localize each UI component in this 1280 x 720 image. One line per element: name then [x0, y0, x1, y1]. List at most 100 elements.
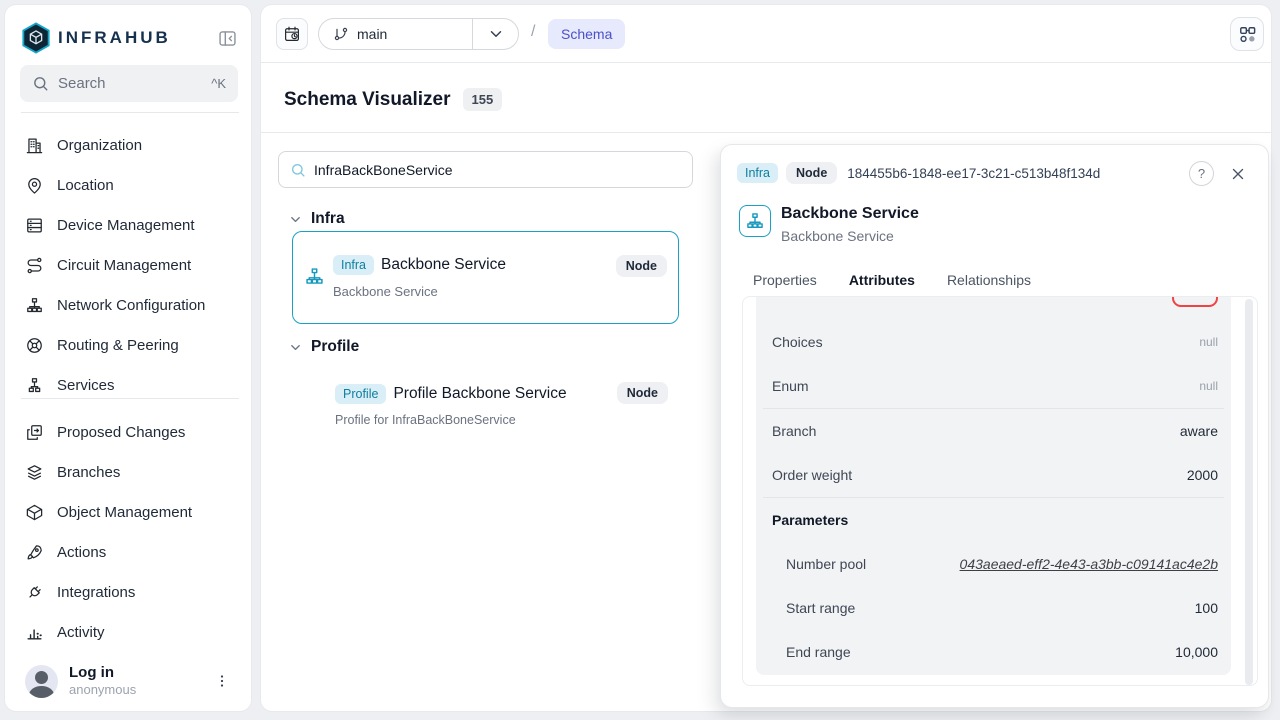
user-menu[interactable]: Log in anonymous: [15, 657, 241, 705]
sidebar-item-services[interactable]: Services: [13, 365, 243, 393]
branch-name: main: [357, 26, 387, 42]
user-role: anonymous: [69, 682, 202, 698]
route-icon: [25, 256, 44, 275]
node-subtitle: Profile for InfraBackBoneService: [335, 413, 516, 427]
login-label: Log in: [69, 664, 202, 682]
panel-title: Backbone Service: [781, 205, 919, 223]
chevron-down-icon: [288, 340, 303, 355]
parameter-row-end-range: End range 10,000: [756, 630, 1231, 674]
group-name: Infra: [311, 210, 345, 228]
attribute-row-branch: Branch aware: [756, 409, 1231, 453]
sidebar-item-organization[interactable]: Organization: [13, 125, 243, 165]
namespace-badge: Infra: [737, 163, 778, 183]
topbar: main / Schema: [261, 5, 1271, 63]
schema-graph-icon[interactable]: [1230, 17, 1264, 51]
breadcrumb-schema[interactable]: Schema: [548, 19, 625, 49]
diff-icon: [25, 423, 44, 442]
layers-icon: [25, 463, 44, 482]
group-infra-header[interactable]: Infra: [288, 210, 345, 228]
search-icon: [290, 162, 306, 178]
sidebar-nav-primary: Organization Location Device Management …: [13, 125, 243, 393]
node-detail-panel: Infra Node 184455b6-1848-ee17-3c21-c513b…: [720, 144, 1269, 708]
chevron-down-icon: [288, 212, 303, 227]
schema-count-badge: 155: [463, 88, 503, 111]
sidebar-search-placeholder: Search: [58, 75, 202, 92]
sidebar-item-label: Services: [57, 377, 115, 394]
number-pool-link[interactable]: 043aeaed-eff2-4e43-a3bb-c09141ac4e2b: [960, 556, 1218, 572]
search-icon: [32, 75, 49, 92]
sidebar-item-device-management[interactable]: Device Management: [13, 205, 243, 245]
node-icon-box: [739, 205, 771, 237]
sidebar-item-label: Branches: [57, 464, 120, 481]
parameters-section-header: Parameters: [756, 498, 1231, 542]
branch-dropdown-toggle[interactable]: [472, 19, 518, 49]
sidebar-item-label: Routing & Peering: [57, 337, 179, 354]
parameter-row-start-range: Start range 100: [756, 586, 1231, 630]
map-pin-icon: [25, 176, 44, 195]
rocket-icon: [25, 543, 44, 562]
activity-icon: [25, 623, 44, 642]
hierarchy-icon: [745, 211, 765, 231]
sidebar-item-label: Proposed Changes: [57, 424, 185, 441]
page-title: Schema Visualizer: [284, 89, 451, 111]
attribute-row-choices: Choices null: [756, 320, 1231, 364]
help-button[interactable]: ?: [1189, 161, 1214, 186]
schema-search-input[interactable]: [314, 162, 681, 178]
attributes-table: Choices null Enum null Branch aware Orde…: [756, 296, 1231, 675]
sidebar-search[interactable]: Search ^K: [20, 65, 238, 102]
sidebar-item-integrations[interactable]: Integrations: [13, 572, 243, 612]
sidebar-nav-secondary: Proposed Changes Branches Object Managem…: [13, 412, 243, 652]
sidebar-item-label: Actions: [57, 544, 106, 561]
sidebar-header: INFRAHUB: [21, 19, 241, 57]
header-divider: [261, 132, 1271, 133]
attributes-scroll-area[interactable]: Choices null Enum null Branch aware Orde…: [742, 296, 1258, 686]
infrahub-logo-icon: [21, 22, 51, 54]
hierarchy-icon: [304, 266, 325, 287]
node-title: Backbone Service: [381, 256, 506, 274]
sidebar-item-proposed-changes[interactable]: Proposed Changes: [13, 412, 243, 452]
close-icon[interactable]: [1227, 163, 1249, 185]
branch-selector[interactable]: main: [318, 18, 519, 50]
parameter-row-number-pool: Number pool 043aeaed-eff2-4e43-a3bb-c091…: [756, 542, 1231, 586]
group-profile-header[interactable]: Profile: [288, 338, 359, 356]
panel-scrollbar[interactable]: [1245, 299, 1253, 685]
sidebar: INFRAHUB Search ^K Organization Location: [4, 4, 252, 712]
sidebar-divider: [21, 398, 239, 399]
app-root: INFRAHUB Search ^K Organization Location: [0, 0, 1280, 720]
namespace-badge: Profile: [335, 384, 386, 404]
sidebar-item-network-configuration[interactable]: Network Configuration: [13, 285, 243, 325]
node-subtitle: Backbone Service: [333, 284, 438, 299]
sidebar-item-label: Circuit Management: [57, 257, 191, 274]
main-area: main / Schema Schema Visualizer 155 Infr…: [260, 4, 1272, 712]
sidebar-item-circuit-management[interactable]: Circuit Management: [13, 245, 243, 285]
sidebar-item-routing-peering[interactable]: Routing & Peering: [13, 325, 243, 365]
schema-search[interactable]: [278, 151, 693, 188]
time-travel-button[interactable]: [276, 18, 308, 50]
server-icon: [25, 216, 44, 235]
schema-node-card-backbone-service[interactable]: Infra Backbone Service Node Backbone Ser…: [292, 231, 679, 324]
node-uuid: 184455b6-1848-ee17-3c21-c513b48f134d: [847, 166, 1100, 181]
sidebar-item-actions[interactable]: Actions: [13, 532, 243, 572]
sidebar-collapse-icon[interactable]: [217, 26, 241, 50]
kebab-menu-icon[interactable]: [213, 672, 231, 690]
sidebar-item-branches[interactable]: Branches: [13, 452, 243, 492]
brand-name: INFRAHUB: [58, 28, 217, 48]
namespace-badge: Infra: [333, 255, 374, 275]
sidebar-item-location[interactable]: Location: [13, 165, 243, 205]
schema-node-card-profile-backbone-service[interactable]: Profile Profile Backbone Service Node Pr…: [292, 379, 679, 431]
page-header: Schema Visualizer 155: [284, 88, 502, 111]
clipped-value-pill: [1172, 296, 1218, 307]
sidebar-item-label: Object Management: [57, 504, 192, 521]
sidebar-divider: [21, 112, 239, 113]
sidebar-item-activity[interactable]: Activity: [13, 612, 243, 652]
sidebar-item-label: Network Configuration: [57, 297, 205, 314]
group-name: Profile: [311, 338, 359, 356]
panel-header-badges: Infra Node 184455b6-1848-ee17-3c21-c513b…: [737, 162, 1100, 184]
chevron-down-icon: [487, 25, 505, 43]
hierarchy-icon: [25, 376, 44, 394]
sidebar-item-label: Location: [57, 177, 114, 194]
hierarchy-icon: [25, 296, 44, 315]
sidebar-item-object-management[interactable]: Object Management: [13, 492, 243, 532]
kind-badge: Node: [786, 162, 837, 184]
kind-badge: Node: [616, 255, 667, 277]
